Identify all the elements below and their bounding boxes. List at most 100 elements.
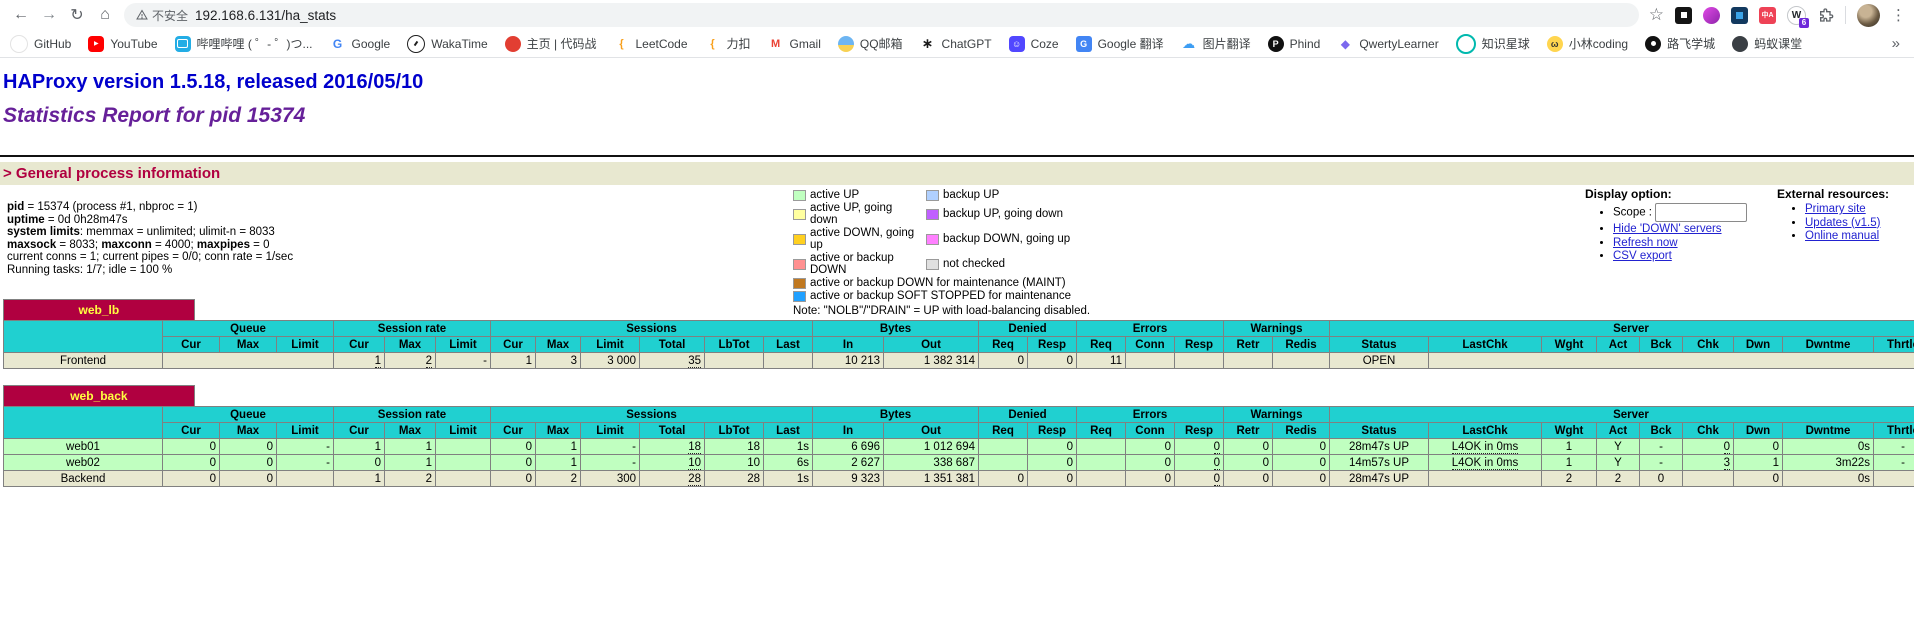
stat-cell: 28 [705, 471, 764, 487]
bookmark-wakatime[interactable]: WakaTime [407, 35, 487, 53]
bookmark-phind[interactable]: PPhind [1268, 36, 1321, 52]
column-header: Thrtle [1874, 423, 1914, 439]
translate-extension-icon[interactable]: 中A [1759, 7, 1776, 24]
back-icon[interactable]: ← [8, 2, 34, 28]
stat-cell: 300 [581, 471, 640, 487]
bookmark-chatgpt[interactable]: ∗ChatGPT [920, 36, 992, 52]
column-header: LbTot [705, 337, 764, 353]
column-header: Act [1597, 337, 1640, 353]
external-resources-title: External resources: [1777, 187, 1889, 201]
stat-cell: 28 [640, 471, 705, 487]
extension-icon-blue[interactable] [1731, 7, 1748, 24]
column-header: Redis [1273, 337, 1330, 353]
bookmark-imgtranslate[interactable]: ☁图片翻译 [1181, 35, 1251, 52]
external-resource-link-1[interactable]: Updates (v1.5) [1805, 217, 1880, 229]
bookmark-codewar[interactable]: 主页 | 代码战 [505, 35, 597, 52]
toolbar-divider [1845, 6, 1846, 24]
legend-swatch [793, 209, 806, 220]
bookmark-star-icon[interactable]: ☆ [1649, 5, 1664, 25]
profile-avatar[interactable] [1857, 4, 1880, 27]
forward-icon[interactable]: → [36, 2, 62, 28]
google-translate-icon: G [1076, 36, 1092, 52]
bookmark-luffy[interactable]: 路飞学城 [1645, 35, 1715, 52]
page-content: HAProxy version 1.5.18, released 2016/05… [0, 71, 1914, 487]
wakatime-icon [407, 35, 425, 53]
stat-cell: 0s [1783, 471, 1874, 487]
extensions-puzzle-icon[interactable] [1817, 7, 1834, 24]
stat-cell: 1 [385, 439, 436, 455]
extension-badge: 6 [1799, 18, 1809, 28]
bookmark-label: 小林coding [1569, 35, 1628, 52]
stat-cell: 1 [536, 455, 581, 471]
gmail-icon: M [768, 36, 784, 52]
stat-cell: - [277, 455, 334, 471]
display-option-link-2[interactable]: CSV export [1613, 250, 1672, 262]
stat-cell: 1 382 314 [884, 353, 979, 369]
wordpress-extension-icon[interactable]: W6 [1787, 6, 1806, 25]
bookmark-label: Coze [1031, 37, 1059, 51]
bookmark-label: GitHub [34, 37, 71, 51]
scope-label: Scope : [1613, 207, 1652, 219]
haproxy-version-title[interactable]: HAProxy version 1.5.18, released 2016/05… [3, 71, 1914, 94]
display-option-link-0[interactable]: Hide 'DOWN' servers [1613, 223, 1722, 235]
lightroom-extension-icon[interactable] [1703, 7, 1720, 24]
bookmarks-overflow-icon[interactable]: » [1892, 35, 1904, 52]
stat-cell: 10 [705, 455, 764, 471]
bookmark-gmail[interactable]: MGmail [768, 36, 821, 52]
process-info-line: Running tasks: 1/7; idle = 100 % [7, 264, 293, 277]
stat-cell: 2 [1542, 471, 1597, 487]
row-label: web01 [4, 439, 163, 455]
proxy-title-cell: web_back [4, 386, 195, 407]
process-info-line: pid = 15374 (process #1, nbproc = 1) [7, 201, 293, 214]
display-option-link-1[interactable]: Refresh now [1613, 237, 1678, 249]
scope-input[interactable] [1655, 203, 1747, 222]
column-header: Retr [1224, 423, 1273, 439]
proxy-name-link[interactable]: web_lb [79, 303, 120, 317]
process-info-line: system limits: memmax = unlimited; ulimi… [7, 226, 293, 239]
address-bar[interactable]: 不安全 192.168.6.131/ha_stats [124, 3, 1639, 27]
group-header: Queue [163, 321, 334, 337]
stat-cell: 0 [220, 455, 277, 471]
legend-label: active or backup DOWN for maintenance (M… [810, 277, 1090, 289]
bookmark-coze[interactable]: ☺ Coze [1009, 36, 1059, 52]
bookmark-gtranslate[interactable]: GGoogle 翻译 [1076, 35, 1164, 52]
stat-cell: 0 [1273, 471, 1330, 487]
bookmark-mayikt[interactable]: 蚂蚁课堂 [1732, 35, 1802, 52]
bookmark-label: Google [352, 37, 391, 51]
bookmark-youtube[interactable]: ▶YouTube [88, 36, 157, 52]
extension-icon-black[interactable] [1675, 7, 1692, 24]
stat-cell: Y [1597, 439, 1640, 455]
bookmark-qqmail[interactable]: QQ邮箱 [838, 35, 903, 52]
not-secure-badge[interactable]: 不安全 [136, 7, 188, 24]
bookmark-xiaolin[interactable]: ω小林coding [1547, 35, 1628, 52]
browser-menu-icon[interactable]: ⋮ [1891, 6, 1906, 24]
bookmark-likou[interactable]: {力扣 [705, 35, 751, 52]
stat-cell: 1 [334, 353, 385, 369]
group-header: Session rate [334, 321, 491, 337]
column-header: Resp [1028, 337, 1077, 353]
legend-swatch [926, 209, 939, 220]
stat-cell: L4OK in 0ms [1429, 439, 1542, 455]
column-header: Bck [1640, 423, 1683, 439]
bookmark-github[interactable]: GitHub [10, 35, 71, 53]
external-resource-item: Updates (v1.5) [1805, 217, 1889, 230]
proxy-name-link[interactable]: web_back [70, 389, 127, 403]
home-icon[interactable]: ⌂ [92, 2, 118, 28]
stat-cell: 0 [979, 353, 1028, 369]
image-translate-icon: ☁ [1181, 36, 1197, 52]
column-header: Dwn [1734, 337, 1783, 353]
stat-cell [1077, 471, 1126, 487]
stat-cell: 18 [640, 439, 705, 455]
coze-icon: ☺ [1009, 36, 1025, 52]
external-resource-link-0[interactable]: Primary site [1805, 203, 1866, 215]
bookmark-leetcode[interactable]: {LeetCode [613, 36, 687, 52]
refresh-icon[interactable]: ↻ [64, 2, 90, 28]
bookmark-google[interactable]: GGoogle [330, 36, 391, 52]
stat-cell [764, 353, 813, 369]
bookmark-bilibili[interactable]: 哔哩哔哩 ( ゜- ゜)つ... [175, 35, 313, 52]
bookmark-qwerty[interactable]: ◆QwertyLearner [1337, 36, 1438, 52]
stat-cell: 18 [705, 439, 764, 455]
bookmark-zsxq[interactable]: 知识星球 [1456, 34, 1530, 54]
column-header: Max [220, 337, 277, 353]
external-resource-link-2[interactable]: Online manual [1805, 230, 1879, 242]
